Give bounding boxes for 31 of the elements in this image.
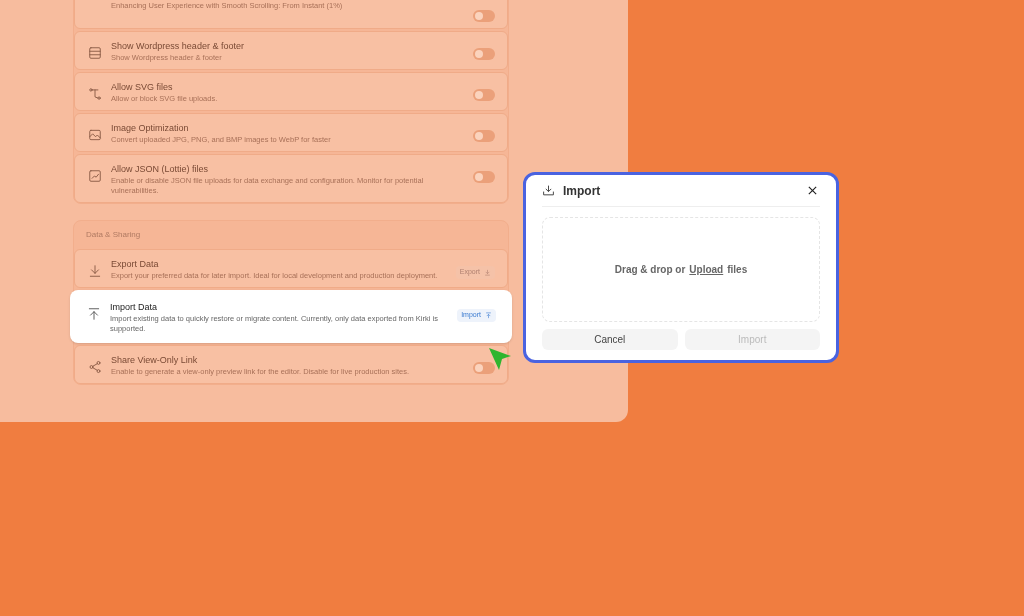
cancel-button[interactable]: Cancel [542,329,678,350]
download-icon [88,264,102,278]
drop-zone[interactable]: Drag & drop or Upload files [542,217,820,322]
setting-title: Share View-Only Link [111,354,199,367]
toggle-switch[interactable] [473,171,495,183]
setting-title: Allow SVG files [111,81,174,94]
setting-title: Allow JSON (Lottie) files [111,163,210,176]
image-icon [88,128,102,142]
toggle-switch[interactable] [473,89,495,101]
cursor-icon [487,346,513,372]
toggle-switch[interactable] [473,10,495,22]
upload-link[interactable]: Upload [689,262,724,277]
vector-icon [88,87,102,101]
share-icon [88,360,102,374]
toggle-switch[interactable] [473,48,495,60]
setting-title: Show Wordpress header & footer [111,40,245,53]
close-icon [807,185,818,196]
toggle-switch[interactable] [473,362,495,374]
import-icon [542,184,555,197]
setting-title: Image Optimization [111,122,190,135]
drop-zone-text: Drag & drop or [614,263,686,277]
setting-title: Import Data [110,301,159,314]
chart-icon [88,169,102,183]
dialog-title: Import [563,182,601,200]
drop-zone-text: files [727,263,748,277]
layout-icon [88,46,102,60]
upload-icon [485,311,492,319]
setting-title: Export Data [111,258,160,271]
upload-icon [87,307,101,321]
download-icon [484,268,491,276]
toggle-switch[interactable] [473,130,495,142]
